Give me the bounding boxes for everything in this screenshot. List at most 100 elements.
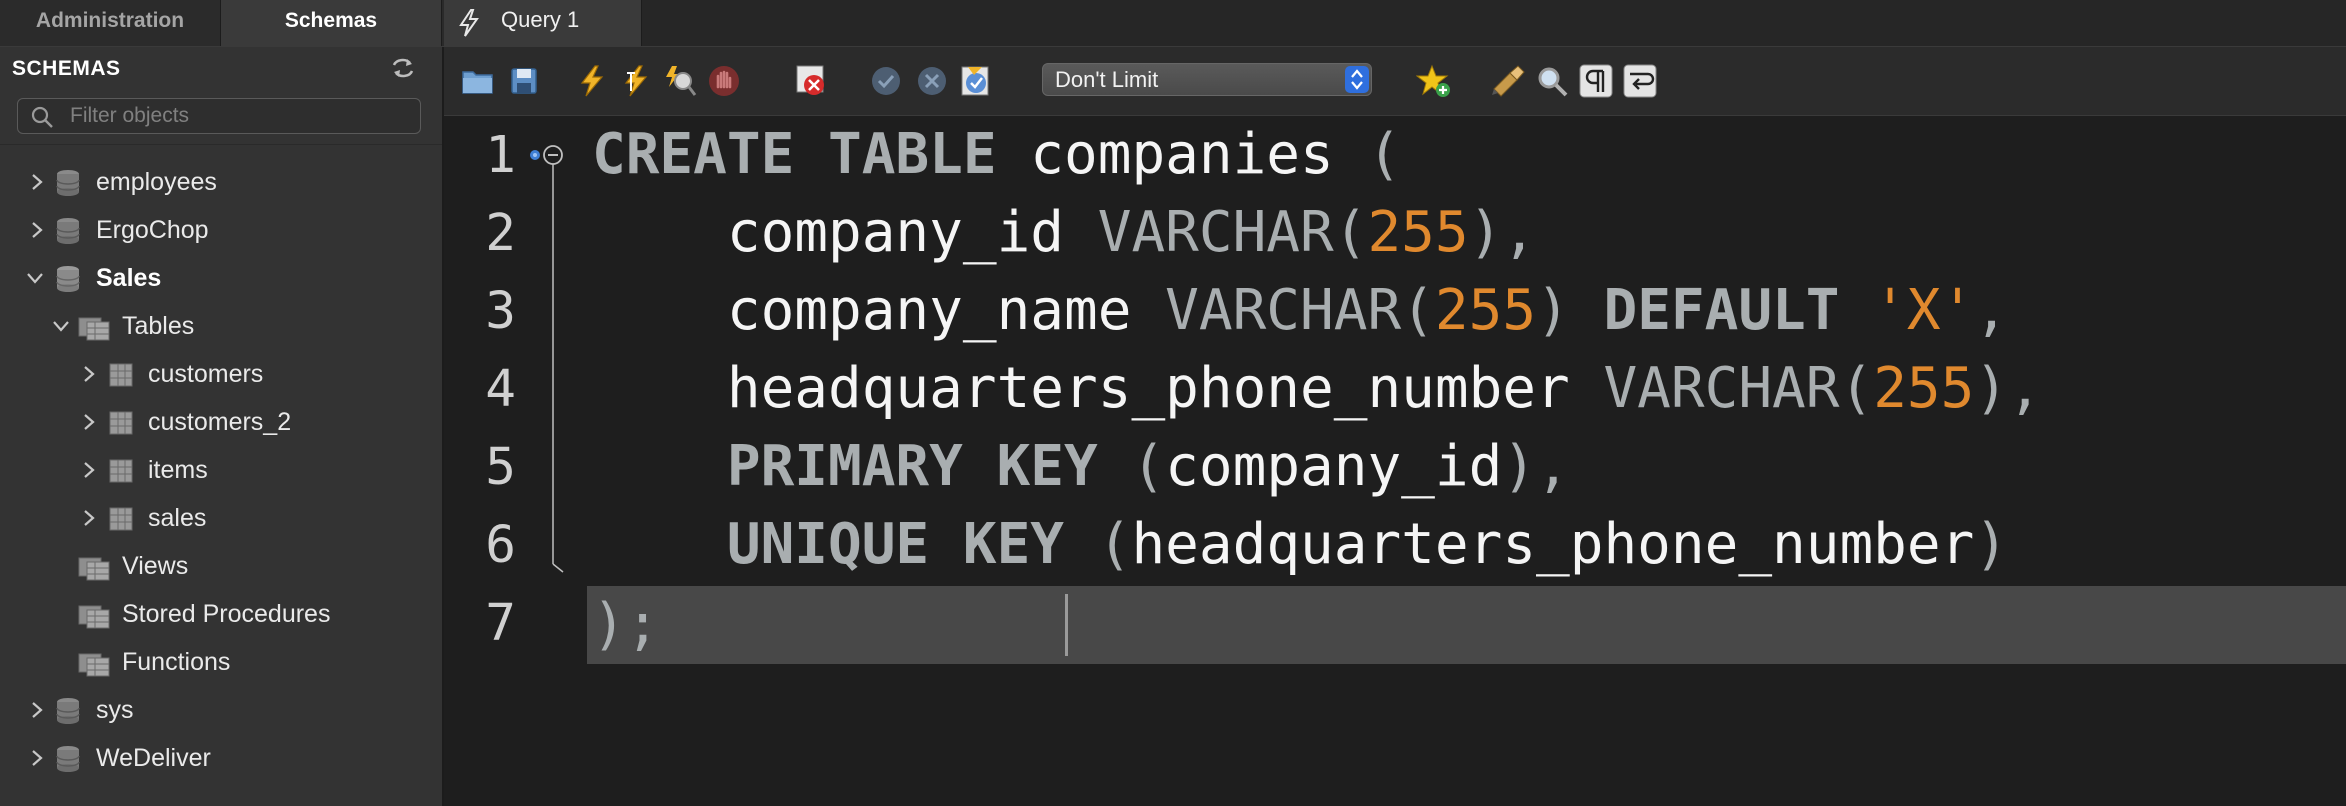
tab-query-label: Query 1 xyxy=(501,7,580,32)
chevron-right-icon[interactable] xyxy=(82,413,96,431)
code-token: ( xyxy=(1333,200,1368,265)
database-icon xyxy=(56,218,80,244)
sql-editor[interactable]: 1 2 3 4 5 6 7 CREATE TABLE companies ( c… xyxy=(444,116,2346,806)
tree-table-sales[interactable]: sales xyxy=(0,498,442,538)
tree-schema-wedeliver[interactable]: WeDeliver xyxy=(0,738,442,778)
limit-rows-select[interactable]: Don't Limit xyxy=(1042,63,1372,96)
code-token: PRIMARY KEY xyxy=(726,434,1098,499)
query-toolbar: Don't Limit xyxy=(444,47,2346,116)
tree-table-items[interactable]: items xyxy=(0,450,442,490)
tree-folder-functions[interactable]: Functions xyxy=(0,642,442,682)
code-token: CREATE TABLE xyxy=(592,122,997,187)
tree-label: sales xyxy=(148,504,207,532)
tree-label: items xyxy=(148,456,208,484)
chevron-right-icon[interactable] xyxy=(30,749,44,767)
code-token: VARCHAR xyxy=(1097,200,1334,265)
tree-schema-ergochop[interactable]: ErgoChop xyxy=(0,210,442,250)
open-file-icon[interactable] xyxy=(460,63,496,99)
code-token: ); xyxy=(592,592,660,657)
code-token: ), xyxy=(1502,434,1570,499)
line-number: 2 xyxy=(485,204,516,263)
current-line-highlight xyxy=(587,586,2346,664)
chevron-right-icon[interactable] xyxy=(30,701,44,719)
tree-folder-views[interactable]: Views xyxy=(0,546,442,586)
explain-icon[interactable] xyxy=(662,63,698,99)
tree-table-customers-2[interactable]: customers_2 xyxy=(0,402,442,442)
tree-label: employees xyxy=(96,168,217,196)
tree-schema-sys[interactable]: sys xyxy=(0,690,442,730)
chevron-right-icon[interactable] xyxy=(30,173,44,191)
invisible-chars-icon[interactable] xyxy=(1578,63,1614,99)
chevron-right-icon[interactable] xyxy=(82,509,96,527)
sidebar-title: SCHEMAS xyxy=(12,57,121,80)
chevron-down-icon[interactable] xyxy=(26,271,44,285)
execute-current-icon[interactable] xyxy=(618,63,654,99)
toggle-error-icon[interactable] xyxy=(794,63,830,99)
tree-schema-employees[interactable]: employees xyxy=(0,162,442,202)
code-line-3: company_name VARCHAR(255) DEFAULT 'X', xyxy=(592,272,2008,350)
code-line-1: CREATE TABLE companies ( xyxy=(592,116,1401,194)
code-token: VARCHAR xyxy=(1165,278,1402,343)
table-icon xyxy=(109,459,133,483)
code-token: DEFAULT xyxy=(1603,278,1840,343)
code-token: ( xyxy=(1097,434,1166,499)
database-icon xyxy=(56,698,80,724)
code-line-5: PRIMARY KEY (company_id), xyxy=(592,428,1570,506)
find-icon[interactable] xyxy=(1534,63,1570,99)
stop-icon[interactable] xyxy=(706,63,742,99)
folder-tables-icon xyxy=(78,317,110,341)
tab-administration[interactable]: Administration xyxy=(0,0,221,46)
code-line-7: ); xyxy=(592,586,659,664)
table-icon xyxy=(109,363,133,387)
tab-query-1[interactable]: Query 1 xyxy=(444,0,642,46)
line-number: 6 xyxy=(485,516,516,575)
refresh-icon[interactable] xyxy=(390,57,416,79)
execute-icon[interactable] xyxy=(574,63,610,99)
code-token: 255 xyxy=(1873,356,1975,421)
tree-label: Tables xyxy=(122,312,195,340)
tree-label: sys xyxy=(96,696,134,724)
wrap-lines-icon[interactable] xyxy=(1622,63,1658,99)
tree-schema-sales[interactable]: Sales xyxy=(0,258,442,298)
code-token: ( xyxy=(1064,512,1132,577)
code-token: companies xyxy=(996,122,1368,187)
autocommit-icon[interactable] xyxy=(958,63,994,99)
chevron-right-icon[interactable] xyxy=(82,365,96,383)
code-token: 255 xyxy=(1434,278,1537,343)
code-token: ( xyxy=(1839,356,1874,421)
line-number: 1 xyxy=(485,126,516,185)
database-icon xyxy=(56,746,80,772)
line-number: 3 xyxy=(485,282,516,341)
search-icon xyxy=(31,106,53,128)
table-icon xyxy=(109,411,133,435)
tree-table-customers[interactable]: customers xyxy=(0,354,442,394)
add-snippet-icon[interactable] xyxy=(1416,63,1452,99)
commit-icon[interactable] xyxy=(868,63,904,99)
filter-objects-input[interactable]: Filter objects xyxy=(17,98,421,134)
database-icon xyxy=(56,266,80,292)
tree-folder-stored-procedures[interactable]: Stored Procedures xyxy=(0,594,442,634)
tab-schemas[interactable]: Schemas xyxy=(221,0,442,46)
limit-rows-value: Don't Limit xyxy=(1055,67,1159,92)
rollback-icon[interactable] xyxy=(914,63,950,99)
code-token: VARCHAR xyxy=(1603,356,1840,421)
tree-folder-tables[interactable]: Tables xyxy=(0,306,442,346)
tree-label: Stored Procedures xyxy=(122,600,331,628)
code-token: 255 xyxy=(1367,200,1469,265)
schema-navigator: SCHEMAS Filter objects employees ErgoCho… xyxy=(0,47,444,806)
chevron-right-icon[interactable] xyxy=(82,461,96,479)
table-icon xyxy=(109,507,133,531)
lightning-icon xyxy=(459,9,479,37)
chevron-right-icon[interactable] xyxy=(30,221,44,239)
chevron-down-icon[interactable] xyxy=(52,319,70,333)
fold-marker-icon[interactable] xyxy=(528,144,584,664)
tree-label: ErgoChop xyxy=(96,216,209,244)
beautify-icon[interactable] xyxy=(1490,63,1526,99)
sidebar-tabs: Administration Schemas xyxy=(0,0,442,46)
save-icon[interactable] xyxy=(506,63,542,99)
text-caret xyxy=(1065,594,1068,656)
code-token: ) xyxy=(1974,512,2009,577)
code-token: company_id xyxy=(1165,434,1503,499)
folder-views-icon xyxy=(78,557,110,581)
